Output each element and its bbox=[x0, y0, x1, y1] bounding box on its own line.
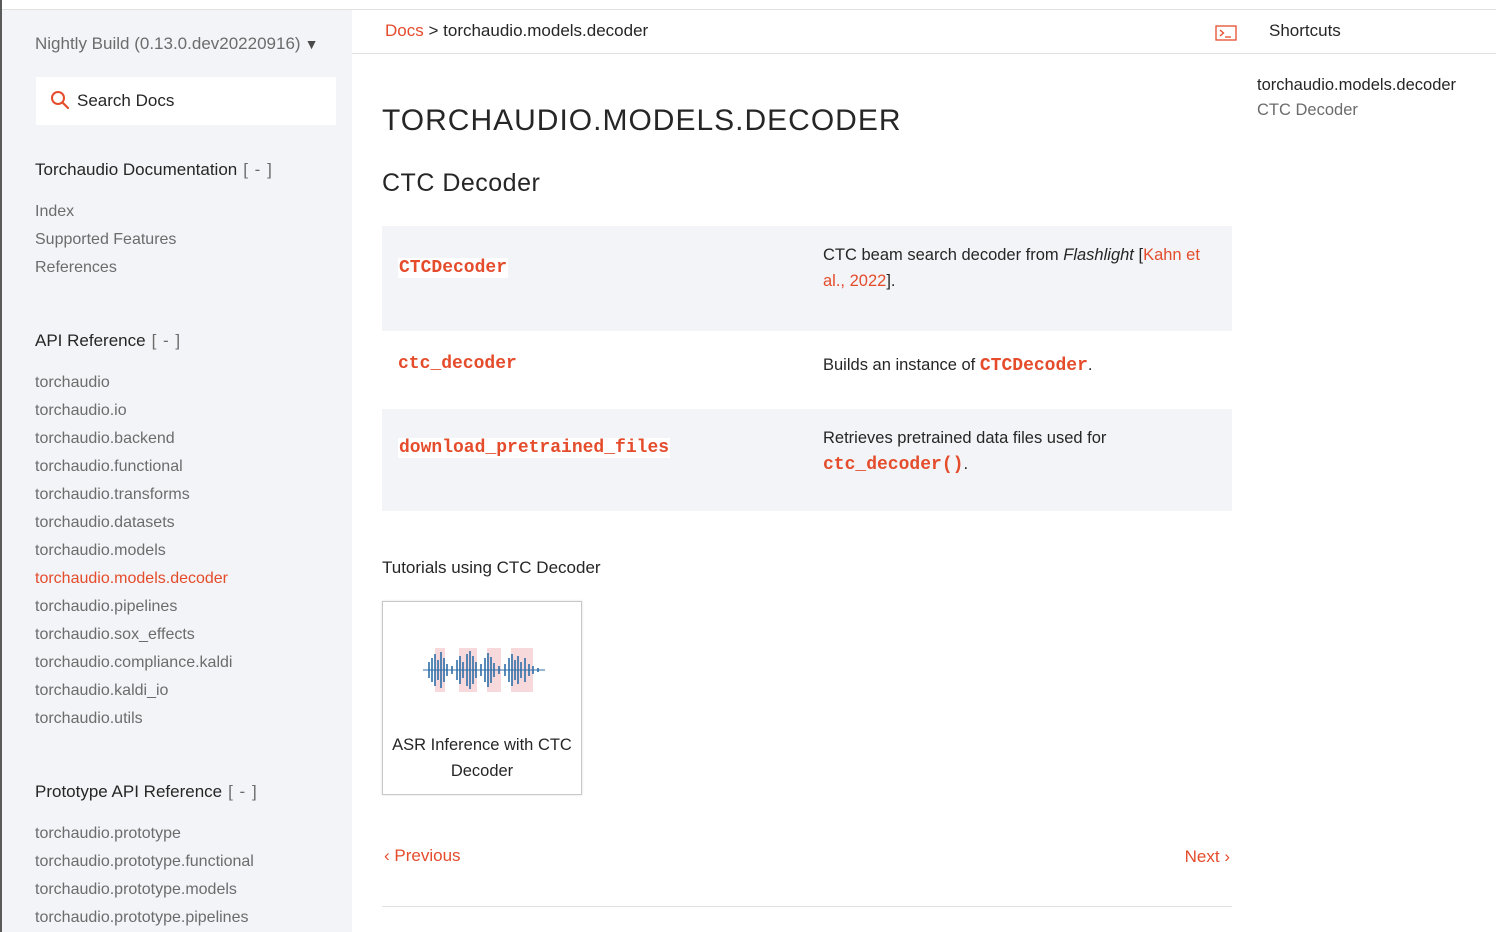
search-input[interactable]: Search Docs bbox=[36, 77, 336, 125]
sidebar-item-models[interactable]: torchaudio.models bbox=[35, 540, 232, 568]
search-placeholder: Search Docs bbox=[77, 91, 175, 110]
sidebar-item-functional[interactable]: torchaudio.functional bbox=[35, 456, 232, 484]
tutorial-caption: ASR Inference with CTC Decoder bbox=[392, 736, 572, 780]
inline-code-link[interactable]: CTCDecoder bbox=[980, 356, 1088, 376]
chevron-left-icon: ‹ bbox=[384, 846, 390, 865]
sidebar-item-references[interactable]: References bbox=[35, 257, 176, 285]
collapse-toggle[interactable]: [ - ] bbox=[243, 160, 273, 179]
api-link-ctc-decoder[interactable]: ctc_decoder bbox=[398, 354, 517, 374]
sidebar-item-datasets[interactable]: torchaudio.datasets bbox=[35, 512, 232, 540]
nav-list-api-reference: torchaudio torchaudio.io torchaudio.back… bbox=[35, 372, 232, 736]
page-outline: torchaudio.models.decoder CTC Decoder bbox=[1257, 76, 1456, 120]
breadcrumb-current: torchaudio.models.decoder bbox=[443, 21, 649, 40]
sidebar-item-compliance-kaldi[interactable]: torchaudio.compliance.kaldi bbox=[35, 652, 232, 680]
table-row: CTCDecoder CTC beam search decoder from … bbox=[382, 226, 1232, 331]
sidebar-item-torchaudio[interactable]: torchaudio bbox=[35, 372, 232, 400]
section-title: CTC Decoder bbox=[382, 169, 541, 197]
inline-code-link[interactable]: ctc_decoder() bbox=[823, 455, 963, 475]
chevron-right-icon: › bbox=[1224, 847, 1230, 866]
nav-list-documentation: Index Supported Features References bbox=[35, 201, 176, 285]
divider bbox=[382, 906, 1232, 907]
dropdown-triangle-icon: ▼ bbox=[304, 36, 319, 52]
outline-item-page[interactable]: torchaudio.models.decoder bbox=[1257, 76, 1456, 95]
citation-link[interactable]: Kahn et bbox=[1143, 246, 1200, 264]
table-row: ctc_decoder Builds an instance of CTCDec… bbox=[382, 331, 1232, 409]
sidebar-item-models-decoder[interactable]: torchaudio.models.decoder bbox=[35, 568, 232, 596]
sidebar-item-index[interactable]: Index bbox=[35, 201, 176, 229]
nav-list-prototype: torchaudio.prototype torchaudio.prototyp… bbox=[35, 823, 254, 932]
sidebar-item-prototype-functional[interactable]: torchaudio.prototype.functional bbox=[35, 851, 254, 879]
collapse-toggle[interactable]: [ - ] bbox=[152, 331, 182, 350]
api-link-ctcdecoder[interactable]: CTCDecoder bbox=[398, 258, 509, 278]
citation-link[interactable]: al., 2022 bbox=[823, 272, 886, 290]
sidebar-item-supported-features[interactable]: Supported Features bbox=[35, 229, 176, 257]
sidebar-item-kaldi-io[interactable]: torchaudio.kaldi_io bbox=[35, 680, 232, 708]
api-description: Retrieves pretrained data files used for… bbox=[823, 429, 1107, 475]
breadcrumb-docs-link[interactable]: Docs bbox=[385, 21, 424, 40]
sidebar-item-prototype-models[interactable]: torchaudio.prototype.models bbox=[35, 879, 254, 907]
tutorial-card[interactable]: ASR Inference with CTC Decoder bbox=[382, 601, 582, 795]
version-selector[interactable]: Nightly Build (0.13.0.dev20220916) ▼ bbox=[35, 34, 318, 54]
api-description: CTC beam search decoder from Flashlight … bbox=[823, 246, 1200, 290]
breadcrumb-separator: > bbox=[428, 21, 439, 40]
sidebar-item-backend[interactable]: torchaudio.backend bbox=[35, 428, 232, 456]
sidebar-item-io[interactable]: torchaudio.io bbox=[35, 400, 232, 428]
next-link[interactable]: Next › bbox=[1185, 847, 1230, 867]
sidebar-item-prototype-pipelines[interactable]: torchaudio.prototype.pipelines bbox=[35, 907, 254, 932]
section-title-prototype-api-reference: Prototype API Reference[ - ] bbox=[35, 782, 258, 801]
tutorials-heading: Tutorials using CTC Decoder bbox=[382, 558, 601, 577]
window-top-border bbox=[0, 0, 1496, 10]
section-title-api-reference: API Reference[ - ] bbox=[35, 331, 182, 350]
breadcrumb: Docs > torchaudio.models.decoder bbox=[385, 21, 648, 41]
section-title-torchaudio-documentation: Torchaudio Documentation[ - ] bbox=[35, 160, 273, 179]
breadcrumb-bar: Docs > torchaudio.models.decoder Shortcu… bbox=[352, 10, 1496, 54]
api-description: Builds an instance of CTCDecoder. bbox=[823, 356, 1093, 376]
terminal-icon[interactable] bbox=[1215, 25, 1237, 41]
sidebar-item-utils[interactable]: torchaudio.utils bbox=[35, 708, 232, 736]
sidebar-item-pipelines[interactable]: torchaudio.pipelines bbox=[35, 596, 232, 624]
previous-link[interactable]: ‹ Previous bbox=[384, 846, 461, 866]
outline-item-ctc-decoder[interactable]: CTC Decoder bbox=[1257, 101, 1456, 120]
page-title: TORCHAUDIO.MODELS.DECODER bbox=[382, 104, 902, 137]
shortcuts-label: Shortcuts bbox=[1269, 21, 1341, 40]
waveform-thumbnail bbox=[423, 648, 545, 692]
collapse-toggle[interactable]: [ - ] bbox=[228, 782, 258, 801]
search-icon bbox=[51, 91, 70, 110]
sidebar-item-sox-effects[interactable]: torchaudio.sox_effects bbox=[35, 624, 232, 652]
sidebar-item-prototype[interactable]: torchaudio.prototype bbox=[35, 823, 254, 851]
sidebar: Nightly Build (0.13.0.dev20220916) ▼ Sear… bbox=[2, 10, 352, 932]
sidebar-item-transforms[interactable]: torchaudio.transforms bbox=[35, 484, 232, 512]
api-link-download-pretrained-files[interactable]: download_pretrained_files bbox=[398, 438, 671, 458]
table-row: download_pretrained_files Retrieves pret… bbox=[382, 409, 1232, 511]
version-label: Nightly Build (0.13.0.dev20220916) bbox=[35, 34, 301, 53]
